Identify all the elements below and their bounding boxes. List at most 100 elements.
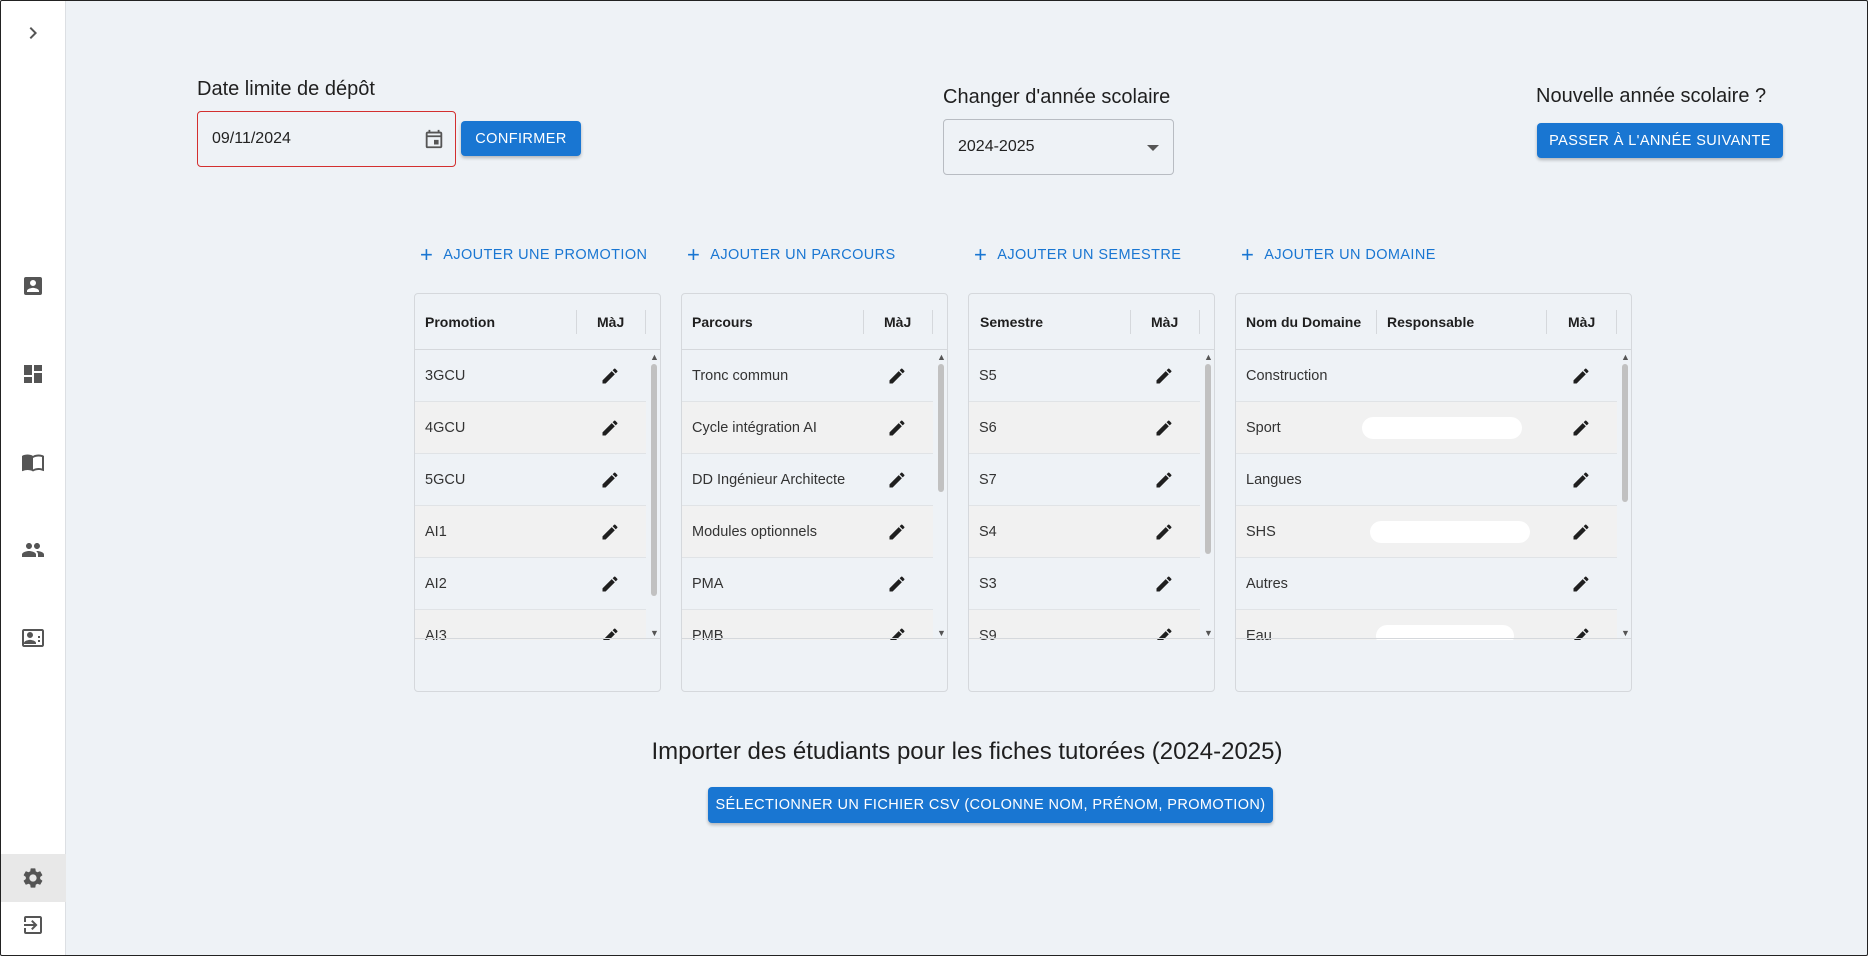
edit-icon[interactable] [887,418,907,438]
table-header: Promotion MàJ [415,294,660,350]
parcours-cell: PMB [692,628,724,640]
deadline-date-input[interactable] [212,130,412,148]
edit-icon[interactable] [600,418,620,438]
select-csv-button[interactable]: SÉLECTIONNER UN FICHIER CSV (COLONNE NOM… [708,787,1273,823]
column-header-maj[interactable]: MàJ [597,294,624,350]
column-header-promotion[interactable]: Promotion [425,294,495,350]
table-row[interactable]: PMB [682,610,933,640]
table-row[interactable]: SHS [1236,506,1617,558]
table-row[interactable]: 5GCU [415,454,646,506]
add-promotion-label: AJOUTER UNE PROMOTION [443,247,648,263]
parcours-cell: PMA [692,576,724,592]
edit-icon[interactable] [887,522,907,542]
edit-icon[interactable] [1571,418,1591,438]
table-row[interactable]: AI2 [415,558,646,610]
edit-icon[interactable] [1154,574,1174,594]
calendar-icon[interactable] [423,128,445,150]
column-header-maj[interactable]: MàJ [884,294,911,350]
dashboard-icon [24,365,42,383]
domaine-cell: Eau [1246,628,1272,640]
add-domaine-button[interactable]: + AJOUTER UN DOMAINE [1241,244,1436,266]
edit-icon[interactable] [887,366,907,386]
table-body: Construction Sport Langues SHS Autres Ea… [1236,350,1617,640]
table-row[interactable]: Tronc commun [682,350,933,402]
table-row[interactable]: DD Ingénieur Architecte [682,454,933,506]
school-year-select[interactable]: 2024-2025 [943,119,1174,175]
sidebar-item-modules[interactable] [0,438,66,486]
sidebar-item-users[interactable] [0,526,66,574]
scrollbar[interactable]: ▲ ▼ [1202,350,1214,640]
edit-icon[interactable] [1154,522,1174,542]
edit-icon[interactable] [1571,366,1591,386]
column-header-parcours[interactable]: Parcours [692,294,753,350]
column-header-maj[interactable]: MàJ [1151,294,1178,350]
promotion-cell: 5GCU [425,472,466,488]
promotion-cell: AI1 [425,524,447,540]
contact-card-icon [24,277,42,295]
table-row[interactable]: 3GCU [415,350,646,402]
column-header-responsable[interactable]: Responsable [1387,294,1474,350]
table-row[interactable]: S9 [969,610,1200,640]
confirm-button[interactable]: CONFIRMER [461,121,581,156]
domaine-cell: SHS [1246,524,1276,540]
table-body: Tronc commun Cycle intégration AI DD Ing… [682,350,933,640]
table-row[interactable]: Langues [1236,454,1617,506]
table-row[interactable]: S4 [969,506,1200,558]
add-promotion-button[interactable]: + AJOUTER UNE PROMOTION [420,244,648,266]
deadline-date-field[interactable] [197,111,456,167]
logout-button[interactable] [0,901,66,949]
scrollbar[interactable]: ▲ ▼ [935,350,947,640]
next-year-button[interactable]: PASSER À L'ANNÉE SUIVANTE [1537,123,1783,158]
edit-icon[interactable] [600,366,620,386]
table-row[interactable]: Cycle intégration AI [682,402,933,454]
sidebar-item-tutors[interactable] [0,614,66,662]
table-row[interactable]: 4GCU [415,402,646,454]
edit-icon[interactable] [1154,418,1174,438]
table-row[interactable]: S3 [969,558,1200,610]
import-title: Importer des étudiants pour les fiches t… [651,738,1283,765]
semestre-cell: S4 [979,524,997,540]
edit-icon[interactable] [1571,574,1591,594]
plus-icon: + [687,242,701,267]
table-row[interactable]: Construction [1236,350,1617,402]
table-header: Semestre MàJ [969,294,1214,350]
table-row[interactable]: Modules optionnels [682,506,933,558]
sidebar-item-dashboard[interactable] [0,350,66,398]
sidebar-item-settings[interactable] [0,854,66,902]
edit-icon[interactable] [600,574,620,594]
add-semestre-button[interactable]: + AJOUTER UN SEMESTRE [974,242,1181,267]
edit-icon[interactable] [1571,522,1591,542]
edit-icon[interactable] [1154,470,1174,490]
edit-icon[interactable] [1154,366,1174,386]
new-year-label: Nouvelle année scolaire ? [1536,85,1767,107]
table-row[interactable]: Sport [1236,402,1617,454]
table-row[interactable]: Autres [1236,558,1617,610]
domaine-cell: Langues [1246,472,1302,488]
sidebar-item-profile[interactable] [0,262,66,310]
table-body: 3GCU 4GCU 5GCU AI1 AI2 AI3 [415,350,646,640]
add-parcours-button[interactable]: + AJOUTER UN PARCOURS [687,242,896,267]
table-row[interactable]: S5 [969,350,1200,402]
edit-icon[interactable] [600,470,620,490]
plus-icon: + [974,242,988,267]
scrollbar[interactable]: ▲ ▼ [1619,350,1631,640]
column-header-nom-domaine[interactable]: Nom du Domaine [1246,294,1361,350]
scrollbar[interactable]: ▲ ▼ [648,350,660,640]
table-row[interactable]: AI3 [415,610,646,640]
column-header-semestre[interactable]: Semestre [980,294,1043,350]
table-row[interactable]: AI1 [415,506,646,558]
sidebar [0,0,66,956]
column-header-maj[interactable]: MàJ [1568,294,1595,350]
edit-icon[interactable] [887,470,907,490]
edit-icon[interactable] [887,574,907,594]
edit-icon[interactable] [1571,470,1591,490]
edit-icon[interactable] [600,522,620,542]
expand-sidebar-button[interactable] [0,9,66,57]
table-row[interactable]: Eau [1236,610,1617,640]
people-icon [22,543,44,557]
table-row[interactable]: S6 [969,402,1200,454]
table-row[interactable]: PMA [682,558,933,610]
table-footer [969,638,1214,691]
parcours-table: Parcours MàJ Tronc commun Cycle intégrat… [681,293,948,692]
table-row[interactable]: S7 [969,454,1200,506]
